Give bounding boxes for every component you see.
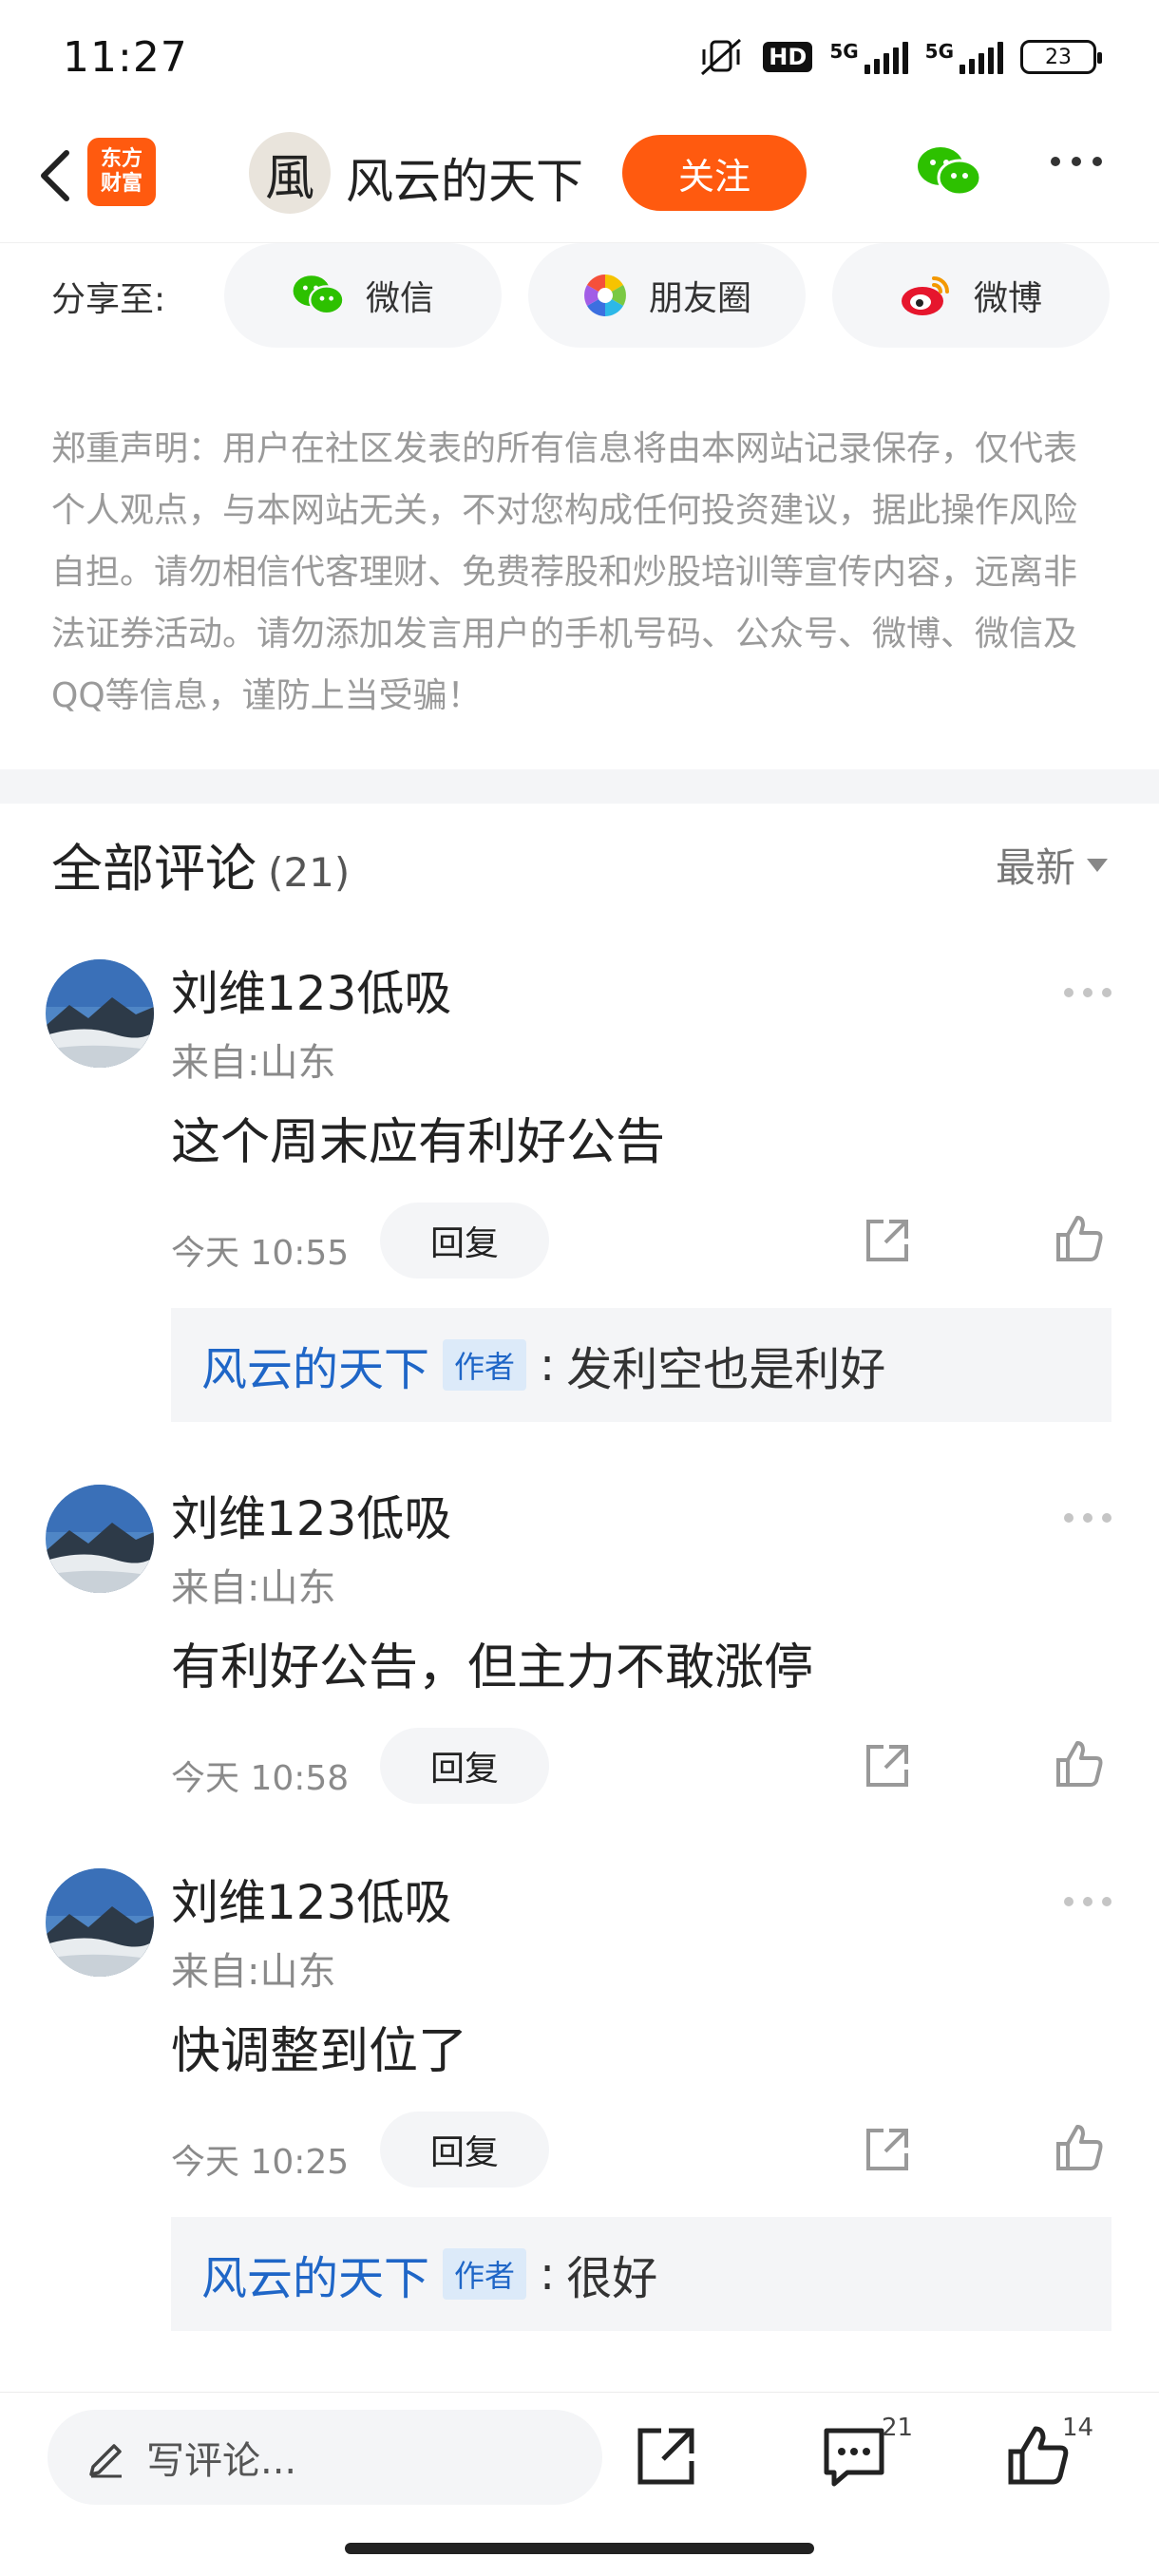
thumbs-up-icon[interactable] bbox=[1053, 2121, 1106, 2174]
comment-text: 这个周末应有利好公告 bbox=[171, 1114, 666, 1171]
reply-button[interactable]: 回复 bbox=[380, 1728, 549, 1804]
comment-location: 来自:山东 bbox=[171, 1950, 336, 1994]
author-name[interactable]: 风云的天下 bbox=[346, 143, 583, 212]
author-reply[interactable]: 风云的天下 作者 : 很好 bbox=[171, 2217, 1112, 2331]
disclaimer-text: 郑重声明：用户在社区发表的所有信息将由本网站记录保存，仅代表个人观点，与本网站无… bbox=[51, 429, 1078, 715]
avatar-landscape-image bbox=[46, 959, 154, 1068]
hd-badge: HD bbox=[763, 42, 813, 72]
comment-item: 刘维123低吸 来自:山东 快调整到位了 今天 10:25 回复 bbox=[0, 1865, 1159, 2188]
author-avatar[interactable]: 風 bbox=[249, 132, 331, 214]
user-avatar[interactable] bbox=[46, 1485, 154, 1593]
share-icon[interactable] bbox=[861, 2123, 914, 2176]
home-indicator[interactable] bbox=[345, 2543, 814, 2554]
comment-time: 今天 10:55 bbox=[171, 1234, 350, 1273]
battery-icon: 23 bbox=[1020, 40, 1102, 74]
comment-username[interactable]: 刘维123低吸 bbox=[171, 956, 451, 1024]
thumbs-up-icon[interactable] bbox=[1053, 1737, 1106, 1790]
comment-text: 快调整到位了 bbox=[171, 2023, 468, 2080]
avatar-landscape-image bbox=[46, 1485, 154, 1593]
wechat-icon bbox=[293, 275, 345, 315]
comment-count-badge: 21 bbox=[882, 2414, 914, 2442]
share-row: 分享至: 微信 朋友圈 微博 bbox=[0, 242, 1159, 349]
user-avatar[interactable] bbox=[46, 1868, 154, 1977]
comments-header: 全部评论 (21) 最新 bbox=[51, 826, 1108, 902]
share-weibo-button[interactable]: 微博 bbox=[832, 243, 1110, 348]
back-button[interactable] bbox=[27, 145, 84, 206]
status-bar: 11:27 HD 5G 5G 23 bbox=[0, 0, 1159, 114]
author-reply-name[interactable]: 风云的天下 bbox=[201, 1332, 429, 1398]
share-icon[interactable] bbox=[633, 2423, 699, 2490]
share-wechat-button[interactable]: 微信 bbox=[224, 243, 502, 348]
pencil-icon bbox=[89, 2444, 122, 2478]
wechat-icon[interactable] bbox=[916, 143, 982, 200]
comment-time: 今天 10:25 bbox=[171, 2143, 350, 2182]
weibo-icon bbox=[901, 276, 949, 315]
write-comment-input[interactable]: 写评论... bbox=[48, 2410, 602, 2505]
avatar-landscape-image bbox=[46, 1868, 154, 1977]
comment-time: 今天 10:58 bbox=[171, 1759, 350, 1798]
follow-button[interactable]: 关注 bbox=[622, 135, 807, 211]
comment-item: 刘维123低吸 来自:山东 这个周末应有利好公告 今天 10:55 回复 bbox=[0, 956, 1159, 1279]
comments-title: 全部评论 bbox=[51, 839, 256, 899]
comment-location: 来自:山东 bbox=[171, 1041, 336, 1085]
share-label: 分享至: bbox=[51, 280, 166, 319]
signal-2-icon: 5G bbox=[925, 40, 1003, 74]
more-options-icon[interactable] bbox=[1051, 157, 1102, 166]
app-logo[interactable]: 东方 财富 bbox=[87, 138, 156, 206]
thumbs-up-icon[interactable] bbox=[1053, 1212, 1106, 1265]
status-icons: HD 5G 5G 23 bbox=[696, 36, 1102, 78]
sort-dropdown[interactable]: 最新 bbox=[996, 836, 1108, 894]
author-badge: 作者 bbox=[443, 2248, 527, 2300]
comment-location: 来自:山东 bbox=[171, 1566, 336, 1610]
share-icon[interactable] bbox=[861, 1214, 914, 1267]
reply-button[interactable]: 回复 bbox=[380, 1203, 549, 1279]
section-divider bbox=[0, 769, 1159, 804]
comment-username[interactable]: 刘维123低吸 bbox=[171, 1481, 451, 1549]
top-nav-bar: 东方 财富 風 风云的天下 关注 bbox=[0, 119, 1159, 233]
author-reply-name[interactable]: 风云的天下 bbox=[201, 2241, 429, 2307]
signal-1-icon: 5G bbox=[829, 40, 908, 74]
reply-button[interactable]: 回复 bbox=[380, 2112, 549, 2188]
comment-item: 刘维123低吸 来自:山东 有利好公告，但主力不敢涨停 今天 10:58 回复 bbox=[0, 1485, 1159, 1804]
comment-username[interactable]: 刘维123低吸 bbox=[171, 1865, 451, 1933]
comment-icon[interactable] bbox=[821, 2423, 887, 2490]
author-badge: 作者 bbox=[443, 1339, 527, 1391]
author-reply-text: 发利空也是利好 bbox=[566, 1343, 886, 1396]
author-reply-text: 很好 bbox=[566, 2252, 658, 2305]
chevron-left-icon bbox=[41, 150, 69, 201]
status-time: 11:27 bbox=[63, 32, 188, 82]
author-reply[interactable]: 风云的天下 作者 : 发利空也是利好 bbox=[171, 1308, 1112, 1422]
share-icon[interactable] bbox=[861, 1739, 914, 1792]
comment-text: 有利好公告，但主力不敢涨停 bbox=[171, 1639, 814, 1696]
moments-icon bbox=[584, 275, 626, 316]
like-count-badge: 14 bbox=[1062, 2414, 1094, 2442]
comment-more-icon[interactable] bbox=[1064, 988, 1112, 997]
caret-down-icon bbox=[1087, 858, 1108, 872]
comments-count: (21) bbox=[268, 849, 351, 896]
bottom-action-bar: 写评论... 21 14 bbox=[0, 2392, 1159, 2525]
share-moments-button[interactable]: 朋友圈 bbox=[528, 243, 806, 348]
mute-vibrate-icon bbox=[701, 38, 742, 76]
user-avatar[interactable] bbox=[46, 959, 154, 1068]
comment-more-icon[interactable] bbox=[1064, 1513, 1112, 1523]
comment-more-icon[interactable] bbox=[1064, 1897, 1112, 1906]
